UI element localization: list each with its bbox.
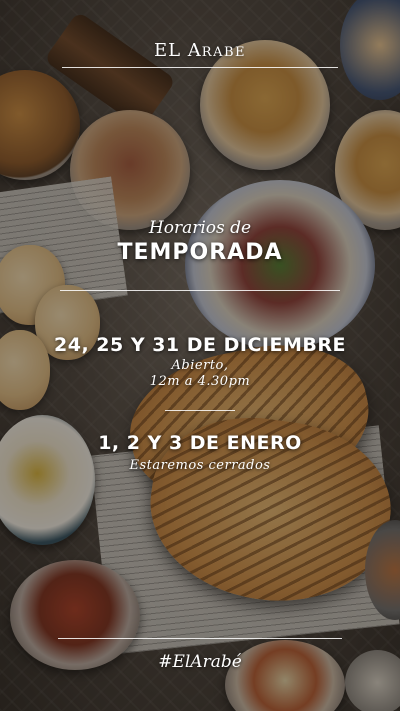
announcement-overlay: EL ARABE Horarios de TEMPORADA 24, 25 Y … — [0, 0, 400, 711]
bottom-divider — [58, 638, 342, 639]
brand-rest: RABE — [201, 45, 247, 60]
season-subtitle: Horarios de — [148, 218, 252, 238]
brand-initial: A — [187, 40, 202, 61]
season-title: TEMPORADA — [117, 240, 283, 265]
middle-divider — [165, 410, 235, 411]
top-divider — [62, 67, 338, 68]
december-status: Abierto, — [171, 358, 229, 373]
title-divider — [60, 290, 340, 291]
brand-prefix: EL — [153, 40, 188, 61]
hashtag: #ElArabé — [158, 652, 242, 672]
january-dates: 1, 2 Y 3 DE ENERO — [98, 432, 302, 454]
december-hours: 12m a 4.30pm — [149, 374, 251, 389]
december-dates: 24, 25 Y 31 DE DICIEMBRE — [54, 334, 346, 356]
january-status: Estaremos cerrados — [129, 458, 271, 473]
brand-logo: EL ARABE — [0, 40, 400, 61]
